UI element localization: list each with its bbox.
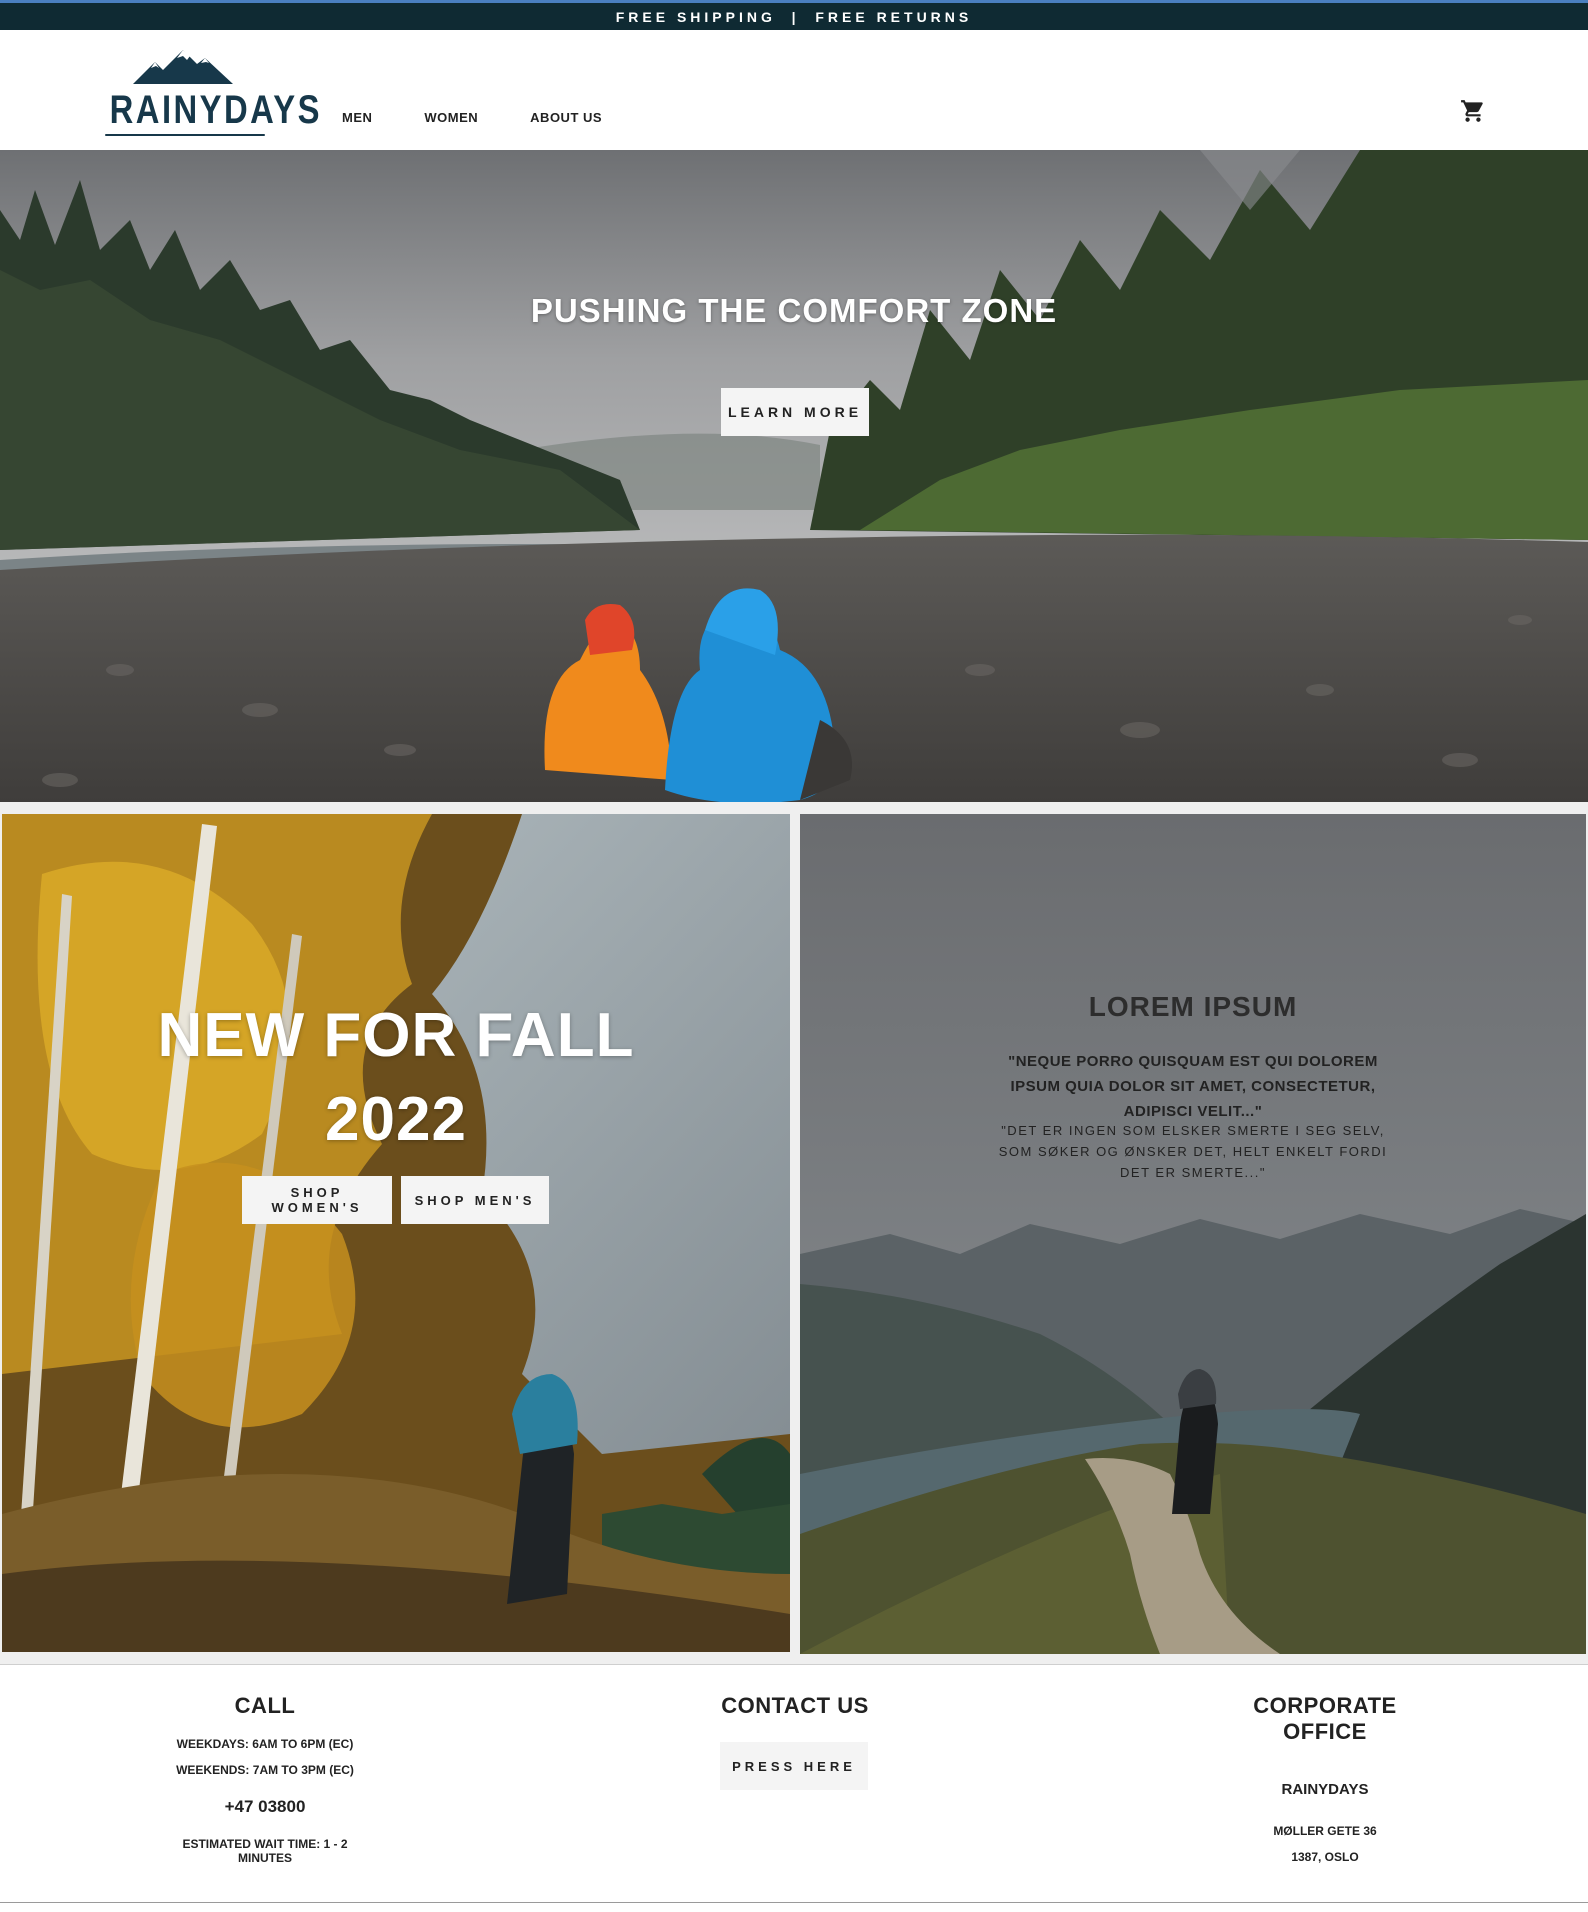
call-wait-time: ESTIMATED WAIT TIME: 1 - 2 MINUTES: [182, 1837, 348, 1865]
footer-office-column: CORPORATE OFFICE RAINYDAYS MØLLER GETE 3…: [1210, 1665, 1440, 1864]
footer-divider: [0, 1902, 1588, 1903]
office-company: RAINYDAYS: [1281, 1781, 1369, 1798]
hero-banner: PUSHING THE COMFORT ZONE LEARN MORE: [0, 150, 1588, 802]
tile-new-for-fall: NEW FOR FALL 2022 SHOP WOMEN'S SHOP MEN'…: [2, 814, 790, 1652]
announcement-text: FREE SHIPPING | FREE RETURNS: [615, 8, 973, 25]
contact-title: CONTACT US: [721, 1693, 869, 1718]
mountain-trail-image: [800, 814, 1586, 1654]
logo-text: RAINYDAYS: [109, 88, 322, 132]
nav-item-men[interactable]: MEN: [342, 110, 372, 125]
main-nav: MEN WOMEN ABOUT US: [342, 110, 654, 125]
press-here-button[interactable]: PRESS HERE: [720, 1742, 868, 1790]
call-weekends: WEEKENDS: 7AM TO 3PM (EC): [176, 1763, 354, 1777]
new-for-fall-line1: NEW FOR FALL: [157, 1001, 635, 1070]
call-phone[interactable]: +47 03800: [160, 1797, 370, 1817]
site-footer: CALL WEEKDAYS: 6AM TO 6PM (EC) WEEKENDS:…: [0, 1664, 1588, 1912]
hero-title: PUSHING THE COMFORT ZONE: [530, 292, 1058, 329]
new-for-fall-title: NEW FOR FALL 2022: [2, 994, 790, 1162]
office-city: 1387, OSLO: [1291, 1850, 1359, 1864]
hero-background-image: [0, 150, 1588, 802]
lorem-title: LOREM IPSUM: [1088, 991, 1298, 1022]
footer-call-column: CALL WEEKDAYS: 6AM TO 6PM (EC) WEEKENDS:…: [160, 1665, 370, 1865]
call-title: CALL: [234, 1693, 296, 1718]
logo[interactable]: RAINYDAYS: [93, 44, 322, 154]
call-weekdays: WEEKDAYS: 6AM TO 6PM (EC): [176, 1737, 354, 1751]
site-header: RAINYDAYS MEN WOMEN ABOUT US: [0, 30, 1588, 150]
shopping-cart-icon[interactable]: [1460, 98, 1486, 124]
logo-underline: [105, 134, 265, 136]
office-title: CORPORATE OFFICE: [1253, 1693, 1397, 1744]
autumn-forest-image: [2, 814, 790, 1652]
lorem-quote: "NEQUE PORRO QUISQUAM EST QUI DOLOREM IP…: [1008, 1053, 1378, 1120]
nav-item-about-us[interactable]: ABOUT US: [530, 110, 602, 125]
learn-more-button[interactable]: LEARN MORE: [721, 388, 869, 436]
mountain-logo-icon: [133, 50, 233, 84]
tile-lorem-ipsum: LOREM IPSUM "NEQUE PORRO QUISQUAM EST QU…: [800, 814, 1586, 1654]
shop-womens-button[interactable]: SHOP WOMEN'S: [242, 1176, 392, 1224]
lorem-quote-translation: "DET ER INGEN SOM ELSKER SMERTE I SEG SE…: [998, 1123, 1388, 1180]
new-for-fall-line2: 2022: [325, 1085, 467, 1154]
feature-tiles: NEW FOR FALL 2022 SHOP WOMEN'S SHOP MEN'…: [0, 802, 1588, 1664]
nav-item-women[interactable]: WOMEN: [424, 110, 478, 125]
footer-contact-column: CONTACT US: [690, 1665, 900, 1719]
office-street: MØLLER GETE 36: [1273, 1824, 1377, 1838]
shop-mens-button[interactable]: SHOP MEN'S: [401, 1176, 549, 1224]
announcement-bar: FREE SHIPPING | FREE RETURNS: [0, 0, 1588, 30]
